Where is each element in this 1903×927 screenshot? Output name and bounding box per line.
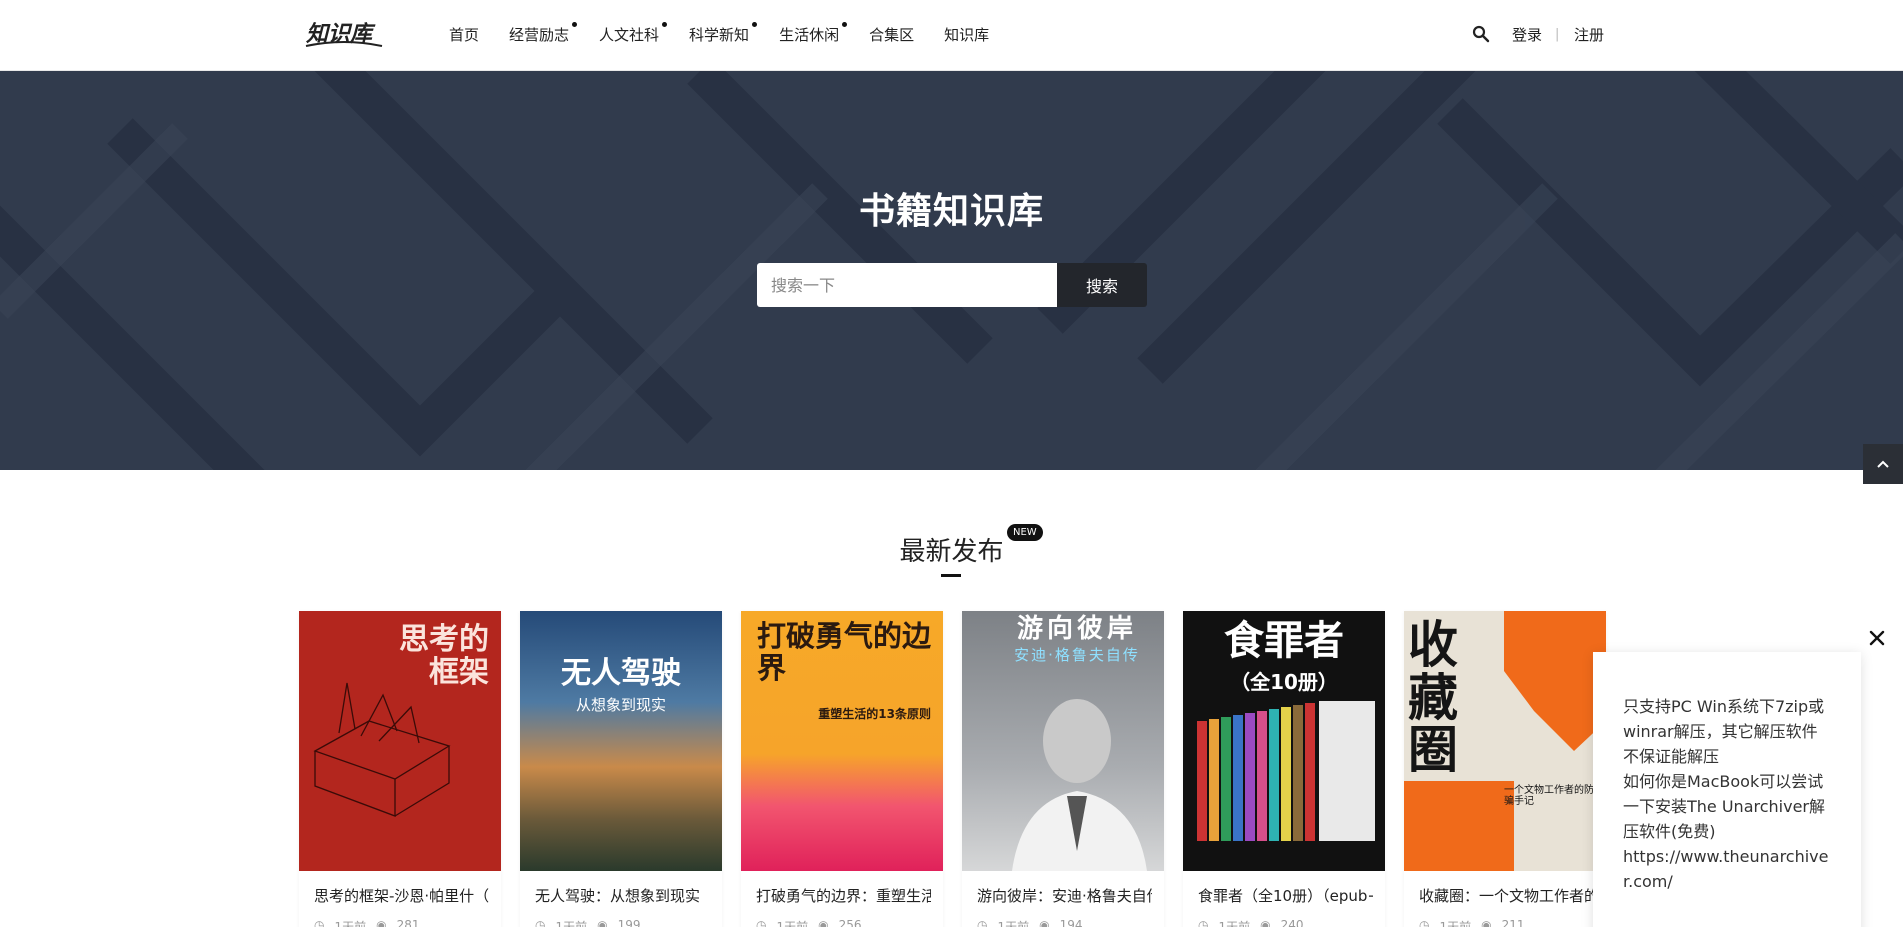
cover-title: 无人驾驶	[561, 656, 681, 691]
book-meta: ◷ 1天前 ◉ 199	[535, 918, 641, 927]
cover-title: 打破勇气的边界	[757, 619, 932, 685]
main-nav: 首页 经营励志 人文社科 科学新知 生活休闲 合集区 知识库	[449, 22, 989, 48]
site-logo[interactable]: 知识库	[304, 16, 384, 50]
book-cover[interactable]: 思考的框架	[299, 611, 501, 871]
notice-popup: 只支持PC Win系统下7zip或winrar解压，其它解压软件不保证能解压 如…	[1593, 652, 1861, 927]
chevron-up-icon	[1877, 460, 1889, 468]
book-title[interactable]: 无人驾驶：从想象到现实（epub+mobi+azw3）	[535, 885, 710, 906]
book-views: 199	[617, 918, 641, 927]
nav-item-collections[interactable]: 合集区	[869, 22, 914, 48]
register-link[interactable]: 注册	[1574, 22, 1604, 48]
nav-label: 合集区	[869, 26, 915, 44]
nav-item-lifestyle[interactable]: 生活休闲	[779, 22, 848, 48]
submenu-dot-icon	[752, 22, 758, 27]
eye-icon: ◉	[597, 918, 608, 927]
book-cover[interactable]: 无人驾驶 从想象到现实	[520, 611, 722, 871]
login-link[interactable]: 登录	[1512, 22, 1542, 48]
book-cover[interactable]: 游向彼岸 安迪·格鲁夫自传	[962, 611, 1164, 871]
nav-item-business[interactable]: 经营励志	[509, 22, 578, 48]
book-time: 1天前	[1218, 920, 1251, 927]
nav-label: 科学新知	[689, 26, 750, 44]
book-time: 1天前	[555, 920, 588, 927]
cover-title: 收藏圈	[1408, 616, 1458, 779]
submenu-dot-icon	[662, 22, 668, 27]
submenu-dot-icon	[842, 22, 848, 27]
cover-title: 思考的框架	[399, 622, 489, 690]
hero-banner: 书籍知识库 搜索	[0, 71, 1903, 470]
book-spines-illustration	[1197, 701, 1375, 841]
new-badge: NEW	[1007, 524, 1043, 541]
book-cover[interactable]: 食罪者 （全10册）	[1183, 611, 1385, 871]
search-button[interactable]: 搜索	[1057, 263, 1147, 307]
book-cover[interactable]: 收藏圈 一个文物工作者的防骗手记	[1404, 611, 1606, 871]
book-meta: ◷ 1天前 ◉ 281	[314, 918, 420, 927]
nav-label: 经营励志	[509, 26, 570, 44]
hero-title: 书籍知识库	[858, 191, 1044, 232]
book-title[interactable]: 游向彼岸：安迪·格鲁夫自传（epub+mobi+azw3）	[977, 885, 1152, 906]
nav-label: 首页	[449, 26, 480, 44]
search-icon[interactable]	[1471, 24, 1491, 44]
book-time: 1天前	[1439, 920, 1472, 927]
book-views: 240	[1280, 918, 1304, 927]
book-card[interactable]: 思考的框架 思考的框架-沙恩·帕里什（epub+mobi+azw3） ◷ 1天前 …	[299, 611, 501, 927]
book-views: 194	[1059, 918, 1083, 927]
book-time: 1天前	[997, 920, 1030, 927]
nav-item-humanities[interactable]: 人文社科	[599, 22, 668, 48]
close-icon[interactable]	[1866, 627, 1888, 649]
book-views: 281	[396, 918, 420, 927]
submenu-dot-icon	[572, 22, 578, 27]
clock-icon: ◷	[756, 918, 767, 927]
cover-subtitle: 一个文物工作者的防骗手记	[1504, 785, 1594, 807]
header-separator: |	[1555, 27, 1560, 42]
clock-icon: ◷	[314, 918, 325, 927]
cover-subtitle: 从想象到现实	[575, 696, 666, 714]
book-card[interactable]: 食罪者 （全10册） 食罪者（全10册）（epub+mobi+azw3）	[1183, 611, 1385, 927]
book-time: 1天前	[334, 920, 367, 927]
section-title: 最新发布	[899, 537, 1004, 567]
book-time: 1天前	[776, 920, 809, 927]
book-views: 256	[838, 918, 862, 927]
book-views: 211	[1501, 918, 1525, 927]
book-meta: ◷ 1天前 ◉ 256	[756, 918, 862, 927]
clock-icon: ◷	[535, 918, 546, 927]
book-meta: ◷ 1天前 ◉ 211	[1419, 918, 1525, 927]
nav-item-home[interactable]: 首页	[449, 22, 479, 48]
book-card[interactable]: 收藏圈 一个文物工作者的防骗手记 收藏圈：一个文物工作者的防骗手记 ◷ 1天前 ◉…	[1404, 611, 1606, 927]
nav-item-knowledge-base[interactable]: 知识库	[944, 22, 989, 48]
clock-icon: ◷	[1198, 918, 1209, 927]
title-underline	[941, 574, 961, 577]
eye-icon: ◉	[1481, 918, 1492, 927]
portrait-illustration	[1012, 699, 1147, 871]
cover-subtitle: 重塑生活的13条原则	[818, 707, 931, 721]
back-to-top-button[interactable]	[1863, 444, 1903, 484]
book-title[interactable]: 打破勇气的边界：重塑生活的13条原则	[756, 885, 931, 906]
book-card[interactable]: 游向彼岸 安迪·格鲁夫自传 游向彼岸：安迪·格鲁夫自传（epub+mobi+az…	[962, 611, 1164, 927]
nav-label: 人文社科	[599, 26, 660, 44]
page: 知识库 首页 经营励志 人文社科 科学新知 生活休闲 合集区 知识库 登录 | …	[0, 0, 1903, 927]
nav-label: 生活休闲	[779, 26, 840, 44]
book-title[interactable]: 收藏圈：一个文物工作者的防骗手记	[1419, 885, 1594, 906]
book-card[interactable]: 无人驾驶 从想象到现实 无人驾驶：从想象到现实（epub+mobi+azw3） …	[520, 611, 722, 927]
book-title[interactable]: 思考的框架-沙恩·帕里什（epub+mobi+azw3）	[314, 885, 489, 906]
nav-label: 知识库	[944, 26, 990, 44]
book-cover[interactable]: 打破勇气的边界 重塑生活的13条原则	[741, 611, 943, 871]
eye-icon: ◉	[1039, 918, 1050, 927]
book-meta: ◷ 1天前 ◉ 194	[977, 918, 1083, 927]
eye-icon: ◉	[1260, 918, 1271, 927]
nav-item-science[interactable]: 科学新知	[689, 22, 758, 48]
clock-icon: ◷	[977, 918, 988, 927]
notice-text: 只支持PC Win系统下7zip或winrar解压，其它解压软件不保证能解压 如…	[1623, 697, 1829, 891]
eye-icon: ◉	[818, 918, 829, 927]
book-card[interactable]: 打破勇气的边界 重塑生活的13条原则 打破勇气的边界：重塑生活的13条原则 ◷ 1…	[741, 611, 943, 927]
search-input[interactable]	[757, 263, 1057, 307]
book-title[interactable]: 食罪者（全10册）（epub+mobi+azw3）	[1198, 885, 1373, 906]
site-header: 知识库 首页 经营励志 人文社科 科学新知 生活休闲 合集区 知识库 登录 | …	[0, 0, 1903, 71]
clock-icon: ◷	[1419, 918, 1430, 927]
book-meta: ◷ 1天前 ◉ 240	[1198, 918, 1304, 927]
eye-icon: ◉	[376, 918, 387, 927]
